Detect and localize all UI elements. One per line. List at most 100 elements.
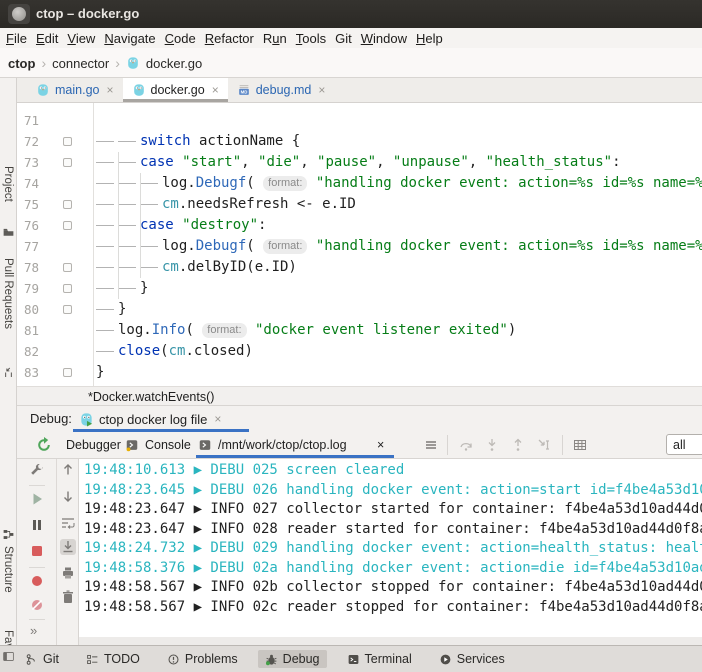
- code-editor[interactable]: 7172switch actionName {73case "start", "…: [17, 103, 702, 386]
- menu-edit[interactable]: Edit: [36, 31, 58, 46]
- fold-marker-icon[interactable]: [63, 221, 72, 230]
- code-line[interactable]: 81log.Info( format: "docker event listen…: [17, 320, 702, 341]
- log-row: 19:48:10.613 ▶ DEBU 025 screen cleared: [84, 461, 404, 480]
- settings-icon[interactable]: [29, 463, 45, 479]
- stop-icon[interactable]: [29, 543, 45, 559]
- tab-whitespace-mark: [118, 141, 136, 142]
- resume-icon[interactable]: [29, 491, 45, 507]
- menu-tools[interactable]: Tools: [296, 31, 326, 46]
- print-icon[interactable]: [60, 565, 76, 581]
- run-to-cursor-icon[interactable]: [536, 437, 552, 453]
- code-line[interactable]: 77log.Debugf( format: "handling docker e…: [17, 236, 702, 257]
- debug-left-toolbar: »: [17, 459, 56, 645]
- code-line[interactable]: 75cm.needsRefresh <- e.ID: [17, 194, 702, 215]
- code-line[interactable]: 73case "start", "die", "pause", "unpause…: [17, 152, 702, 173]
- indent-guide: [140, 173, 141, 278]
- console-horizontal-scrollbar[interactable]: [79, 637, 702, 645]
- mnemonic: E: [36, 31, 45, 46]
- log-filter-select[interactable]: all: [666, 434, 702, 455]
- breadcrumb-item[interactable]: ctop: [8, 56, 35, 71]
- bugTool-icon: [265, 653, 278, 666]
- line-number: 76: [17, 215, 39, 236]
- rerun-icon[interactable]: [36, 437, 52, 453]
- window-menu-button[interactable]: [12, 7, 26, 21]
- terminal-icon: [347, 653, 360, 666]
- tab-whitespace-mark: [118, 267, 136, 268]
- next-occurrence-icon[interactable]: [60, 489, 76, 505]
- code-line[interactable]: 80}: [17, 299, 702, 320]
- close-icon[interactable]: ×: [106, 83, 113, 97]
- go-file-icon: [132, 83, 146, 97]
- toolwindow-button-problems[interactable]: Problems: [160, 650, 245, 668]
- tool-window-switcher-icon[interactable]: [2, 650, 15, 663]
- breadcrumb-item[interactable]: connector: [52, 56, 109, 71]
- layout-grid-icon[interactable]: [572, 437, 588, 453]
- code-line[interactable]: 79}: [17, 278, 702, 299]
- menu-run[interactable]: Run: [263, 31, 287, 46]
- mute-breakpoints-icon[interactable]: [29, 597, 45, 613]
- close-icon[interactable]: ×: [318, 83, 325, 97]
- fold-marker-icon[interactable]: [63, 137, 72, 146]
- code-line[interactable]: 72switch actionName {: [17, 131, 702, 152]
- breadcrumb-separator: ›: [41, 55, 46, 71]
- menu-file[interactable]: File: [6, 31, 27, 46]
- close-icon[interactable]: ×: [212, 83, 219, 97]
- title-bar[interactable]: ctop – docker.go: [0, 0, 702, 28]
- mnemonic: u: [272, 31, 279, 46]
- toolwindow-button-services[interactable]: Services: [432, 650, 512, 668]
- tab-whitespace-mark: [96, 330, 114, 331]
- code-line[interactable]: 71: [17, 110, 702, 131]
- view-breakpoints-icon[interactable]: [29, 573, 45, 589]
- menu-git[interactable]: Git: [335, 31, 352, 46]
- toolwindow-button-terminal[interactable]: Terminal: [340, 650, 419, 668]
- session-tab-label: ctop docker log file: [99, 412, 207, 427]
- menu-view[interactable]: View: [67, 31, 95, 46]
- prev-occurrence-icon[interactable]: [60, 461, 76, 477]
- code-line[interactable]: 76case "destroy":: [17, 215, 702, 236]
- problems-icon: [167, 653, 180, 666]
- code-line[interactable]: 74log.Debugf( format: "handling docker e…: [17, 173, 702, 194]
- menu-code[interactable]: Code: [165, 31, 196, 46]
- debug-tool-window-header: Debug: ctop docker log file ×: [17, 406, 702, 432]
- options-menu-icon[interactable]: [423, 437, 439, 453]
- close-icon[interactable]: ×: [214, 412, 221, 426]
- fold-marker-icon[interactable]: [63, 305, 72, 314]
- fold-marker-icon[interactable]: [63, 368, 72, 377]
- editor-tab-docker.go[interactable]: docker.go×: [123, 78, 228, 102]
- stripe-button-pull-requests[interactable]: Pull Requests: [2, 258, 14, 329]
- toolwindow-button-label: Debug: [283, 652, 320, 666]
- mnemonic: F: [6, 31, 14, 46]
- code-line[interactable]: 83}: [17, 362, 702, 383]
- tab-console[interactable]: Console: [145, 432, 191, 458]
- console-output[interactable]: 19:48:10.613 ▶ DEBU 025 screen cleared 19…: [79, 459, 702, 637]
- toolwindow-button-todo[interactable]: TODO: [79, 650, 147, 668]
- code-line[interactable]: 78cm.delByID(e.ID): [17, 257, 702, 278]
- step-over-icon[interactable]: [458, 437, 474, 453]
- tool-window-bar: Git TODO Problems Debug Terminal Services: [0, 645, 702, 672]
- toolwindow-button-debug[interactable]: Debug: [258, 650, 327, 668]
- menu-navigate[interactable]: Navigate: [104, 31, 155, 46]
- menu-window[interactable]: Window: [361, 31, 407, 46]
- toolwindow-button-git[interactable]: Git: [18, 650, 66, 668]
- fold-marker-icon[interactable]: [63, 284, 72, 293]
- scroll-to-end-icon[interactable]: [60, 539, 76, 555]
- fold-marker-icon[interactable]: [63, 200, 72, 209]
- soft-wrap-icon[interactable]: [60, 515, 76, 531]
- fold-marker-icon[interactable]: [63, 263, 72, 272]
- step-into-icon[interactable]: [484, 437, 500, 453]
- editor-tab-debug.md[interactable]: MDdebug.md×: [228, 78, 335, 102]
- editor-tab-main.go[interactable]: main.go×: [27, 78, 123, 102]
- stripe-button-structure[interactable]: Structure: [2, 546, 14, 593]
- breadcrumb-item[interactable]: docker.go: [146, 56, 202, 71]
- clear-all-icon[interactable]: [60, 589, 76, 605]
- more-icon[interactable]: »: [30, 623, 37, 638]
- menu-help[interactable]: Help: [416, 31, 443, 46]
- step-out-icon[interactable]: [510, 437, 526, 453]
- fold-marker-icon[interactable]: [63, 158, 72, 167]
- log-row: 19:48:58.376 ▶ DEBU 02a handling docker …: [84, 559, 702, 578]
- code-line[interactable]: 82close(cm.closed): [17, 341, 702, 362]
- stripe-button-project[interactable]: Project: [2, 166, 14, 202]
- menu-refactor[interactable]: Refactor: [205, 31, 254, 46]
- pause-icon[interactable]: [29, 517, 45, 533]
- tab-debugger[interactable]: Debugger: [66, 432, 121, 458]
